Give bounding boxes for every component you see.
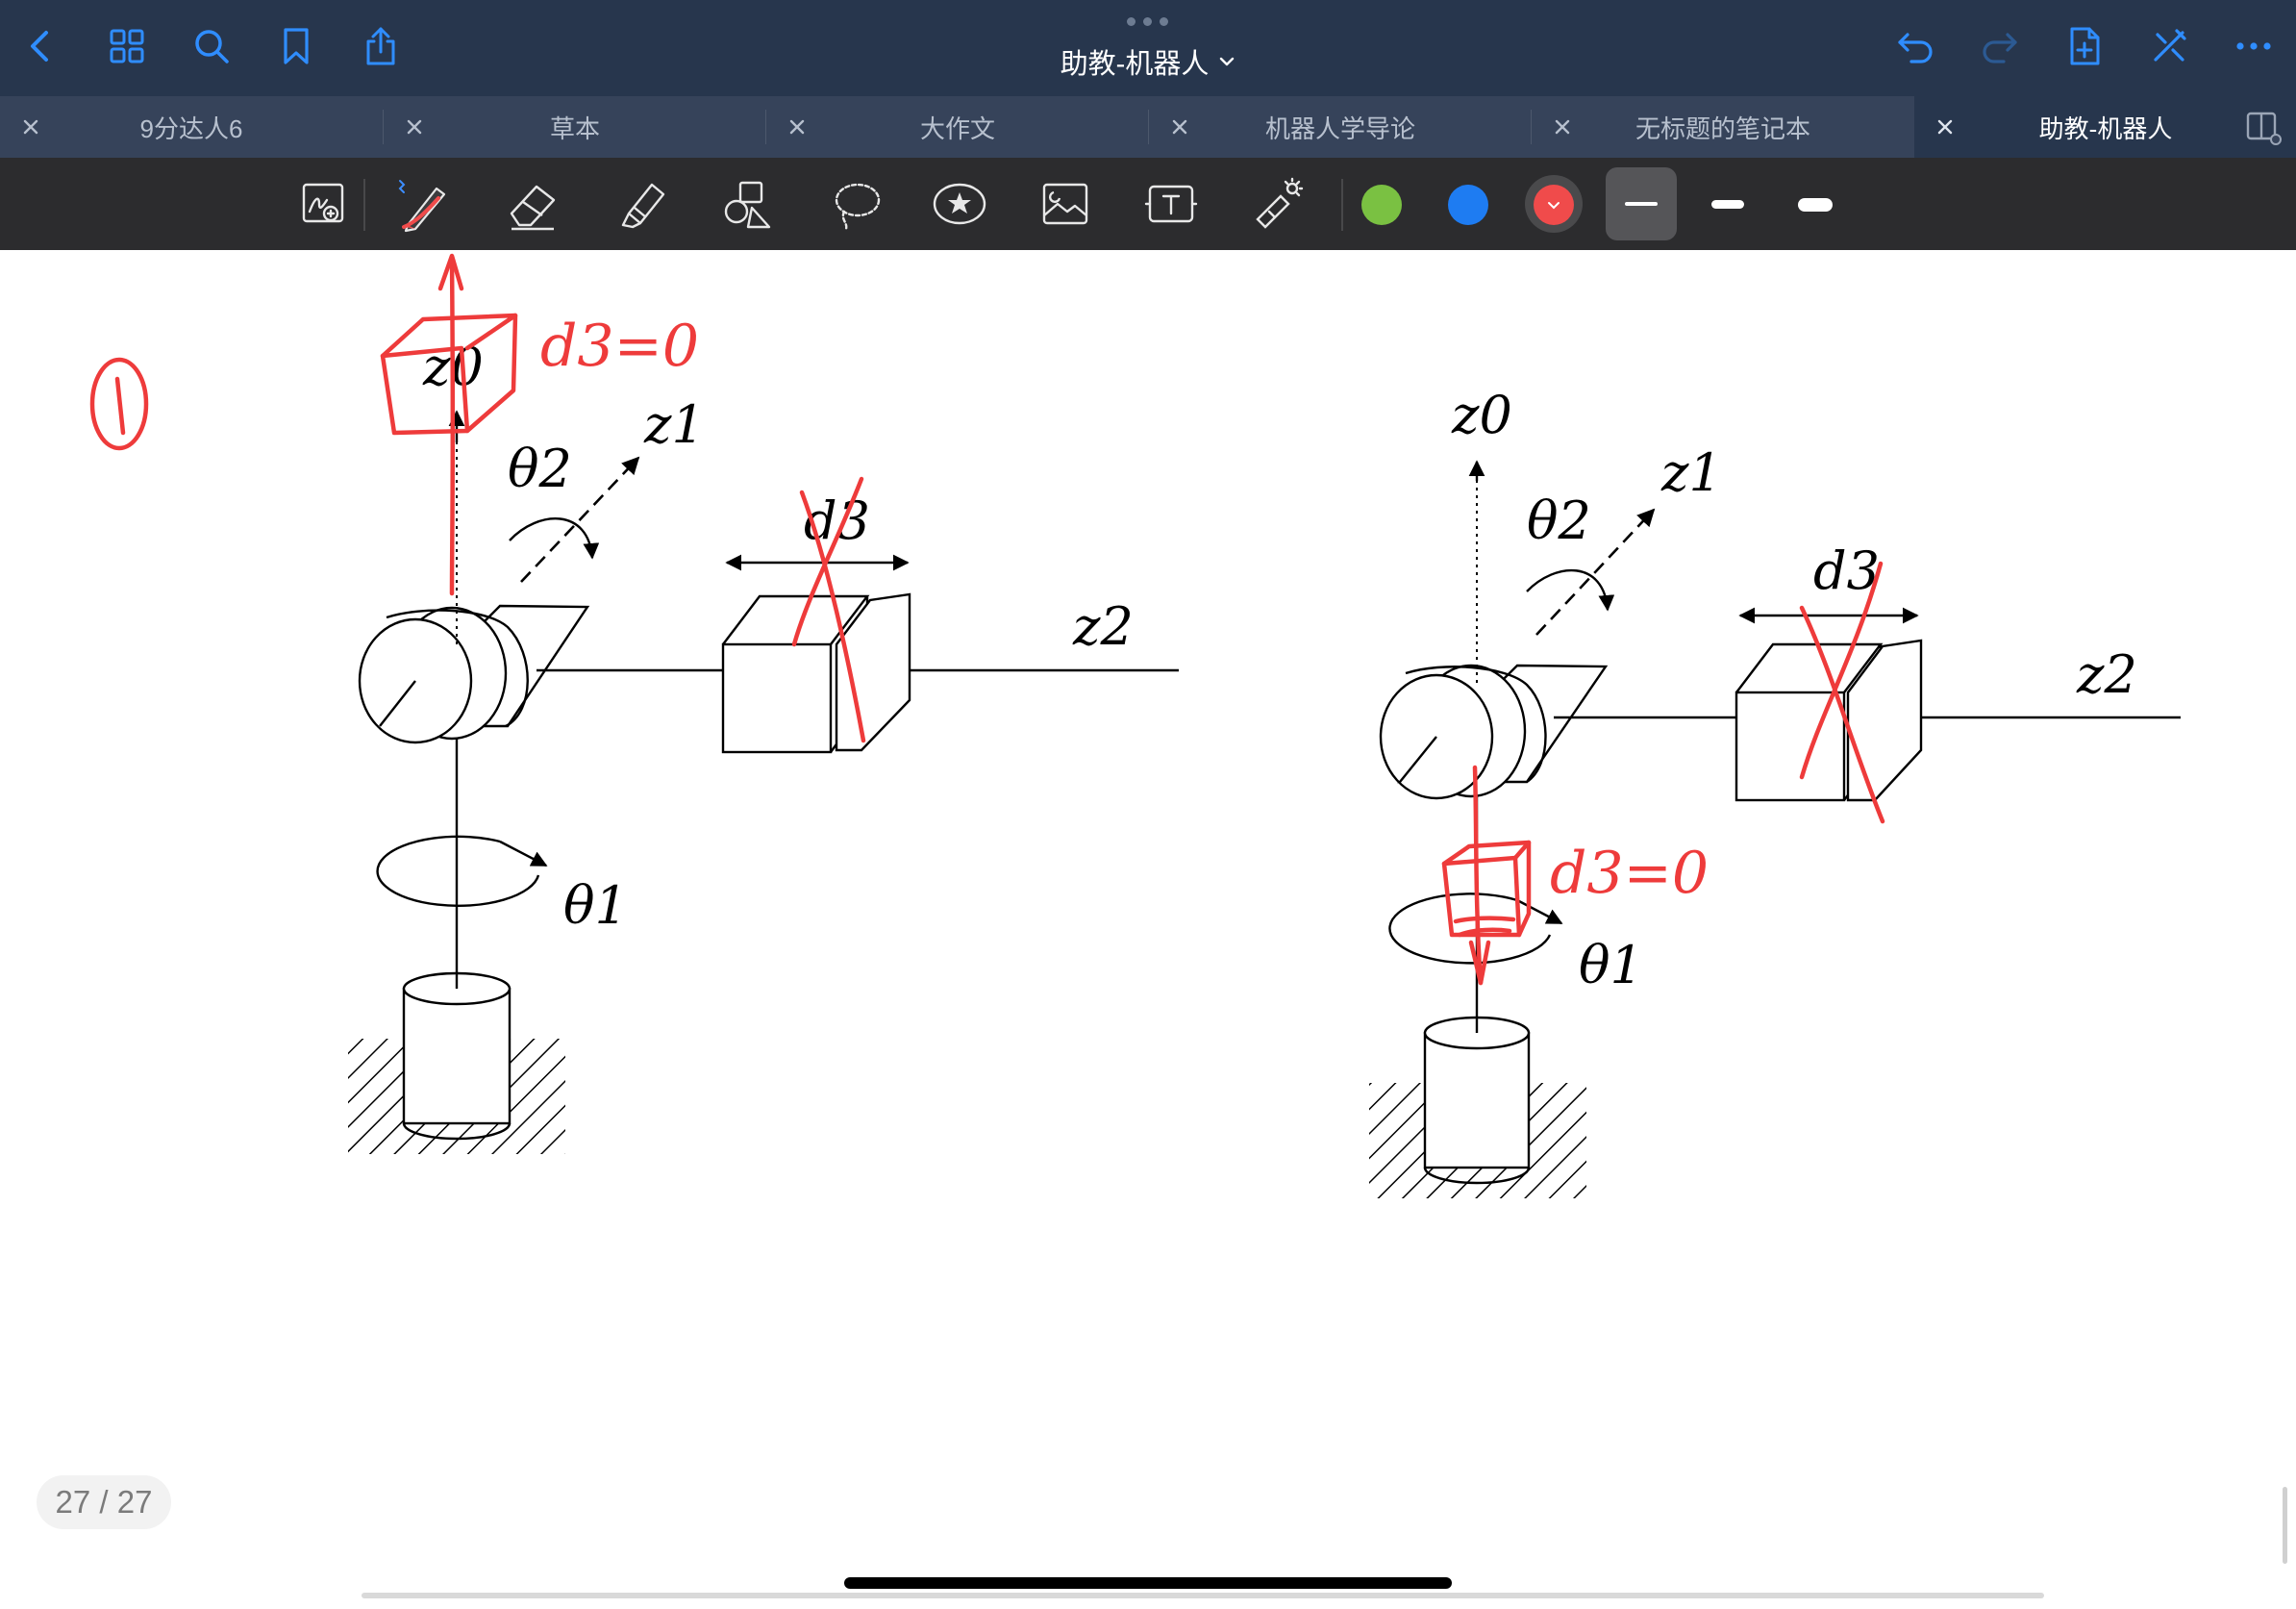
close-icon[interactable] (1551, 115, 1574, 138)
stroke-medium-button[interactable] (1711, 200, 1744, 209)
tab-大作文[interactable]: 大作文 (766, 96, 1149, 158)
label-theta2: θ2 (508, 439, 572, 499)
grid-icon[interactable] (100, 19, 154, 73)
stroke-thin-button[interactable] (1606, 167, 1677, 240)
bookmark-icon[interactable] (269, 19, 323, 73)
close-icon[interactable] (1934, 115, 1957, 138)
tab-label: 助教-机器人 (2038, 113, 2173, 143)
more-icon[interactable] (2227, 19, 2281, 73)
vertical-scrollbar[interactable] (2283, 1487, 2287, 1564)
close-icon[interactable] (403, 115, 426, 138)
chevron-down-icon (1548, 202, 1560, 210)
color-green-swatch[interactable] (1361, 185, 1402, 225)
tab-草本[interactable]: 草本 (384, 96, 766, 158)
close-icon[interactable] (786, 115, 809, 138)
tab-label: 9分达人6 (139, 113, 243, 143)
stroke-thin-sample (1625, 202, 1658, 206)
image-icon[interactable] (1033, 171, 1098, 237)
annotation-d3-zero: d3=0 (540, 313, 699, 380)
eraser-icon[interactable] (500, 171, 565, 237)
text-icon[interactable] (1138, 171, 1204, 237)
page-counter: 27 / 27 (37, 1475, 171, 1529)
undo-icon[interactable] (1888, 19, 1942, 73)
tab-label: 机器人学导论 (1264, 113, 1415, 143)
chevron-down-icon (1220, 57, 1235, 66)
back-chevron-icon[interactable] (13, 19, 67, 73)
sticker-icon[interactable] (927, 171, 992, 237)
robot-diagram-figure: z0 z1 z2 θ2 θ1 d3 d3=0 1 (89, 253, 2181, 1198)
add-page-icon[interactable] (2058, 19, 2111, 73)
label-z2: z2 (2076, 644, 2137, 705)
label-theta2: θ2 (1527, 490, 1591, 551)
label-theta1: θ1 (563, 875, 628, 936)
lasso-icon[interactable] (823, 171, 888, 237)
close-icon[interactable] (1168, 115, 1191, 138)
pen-icon[interactable] (390, 171, 456, 237)
label-z2: z2 (1072, 596, 1134, 657)
close-icon[interactable] (19, 115, 42, 138)
tab-机器人学导论[interactable]: 机器人学导论 (1149, 96, 1532, 158)
annotation-d3-zero: d3=0 (1550, 840, 1709, 907)
color-blue-swatch[interactable] (1448, 185, 1488, 225)
tab-label: 草本 (549, 113, 600, 143)
note-page[interactable]: z0 z1 z2 θ2 θ1 d3 d3=0 1 (0, 250, 2296, 1604)
search-icon[interactable] (185, 19, 238, 73)
navigation-bar: 助教-机器人 (0, 0, 2296, 96)
document-title-menu[interactable]: 助教-机器人 (1019, 42, 1277, 81)
stroke-thick-button[interactable] (1798, 198, 1833, 212)
right-robot-diagram (1369, 460, 2181, 1198)
label-d3: d3 (1813, 541, 1880, 601)
redo-icon[interactable] (1973, 19, 2027, 73)
zoom-window-icon[interactable] (290, 171, 356, 237)
horizontal-scrollbar[interactable] (362, 1593, 2044, 1598)
left-robot-diagram (348, 410, 1179, 1154)
laser-pointer-icon[interactable] (1244, 171, 1310, 237)
multitasking-handle[interactable] (1127, 17, 1169, 27)
color-red-swatch[interactable] (1534, 185, 1574, 225)
left-annotation-text: d3=0 1 (540, 313, 699, 380)
label-z1: z1 (1660, 442, 1722, 503)
label-z1: z1 (643, 394, 705, 455)
home-indicator[interactable] (844, 1577, 1452, 1589)
tab-助教-机器人[interactable]: 助教-机器人 (1914, 96, 2296, 158)
drawing-toolbar (0, 158, 2296, 250)
tab-9分达人6[interactable]: 9分达人6 (0, 96, 383, 158)
tab-无标题的笔记本[interactable]: 无标题的笔记本 (1532, 96, 1914, 158)
label-theta1: θ1 (1579, 935, 1643, 995)
tab-bar: 9分达人6 草本 大作文 机器人学导论 无标题的笔记本 助教-机器人 (0, 96, 2296, 158)
share-icon[interactable] (354, 19, 408, 73)
label-z0: z0 (1451, 385, 1512, 445)
close-toolbar-icon[interactable] (2142, 19, 2196, 73)
shapes-icon[interactable] (715, 171, 781, 237)
highlighter-icon[interactable] (610, 171, 675, 237)
tab-label: 大作文 (919, 113, 995, 143)
document-title: 助教-机器人 (1060, 49, 1210, 80)
split-view-icon[interactable] (2244, 108, 2283, 146)
tab-label: 无标题的笔记本 (1635, 113, 1810, 143)
